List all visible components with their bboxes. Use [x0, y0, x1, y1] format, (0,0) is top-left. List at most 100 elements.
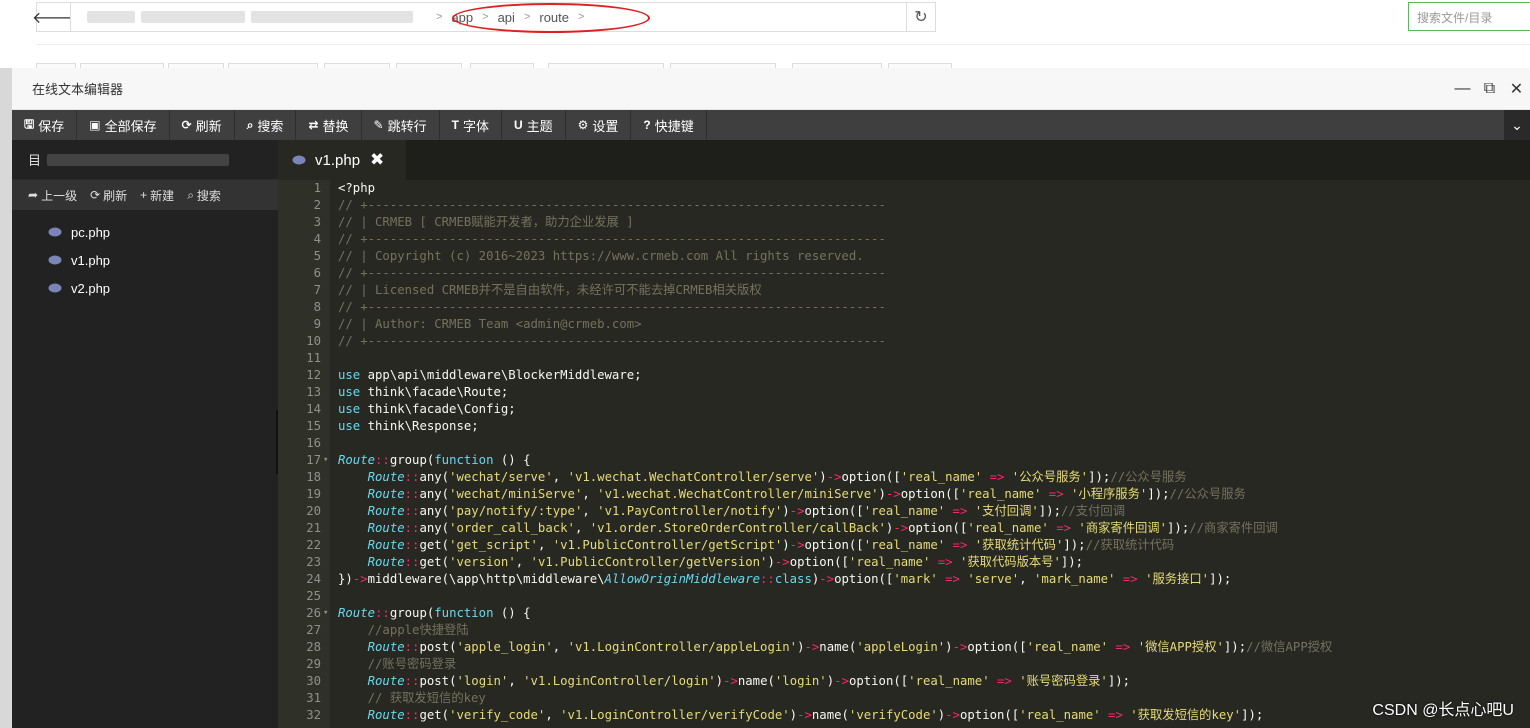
- code-token: function: [434, 606, 494, 620]
- code-token: ]);: [1209, 572, 1232, 586]
- php-file-icon: [48, 253, 71, 268]
- toolbar-button-theme[interactable]: U 主题: [502, 110, 566, 140]
- file-search-input[interactable]: 搜索文件/目录: [1408, 2, 1530, 31]
- code-token: =>: [945, 538, 975, 552]
- code-line: 22 Route::get('get_script', 'v1.PublicCo…: [278, 537, 1530, 554]
- toolbar-button-save[interactable]: 🖫 保存: [12, 110, 78, 140]
- file-name: pc.php: [71, 224, 111, 240]
- code-token: 'real_name': [863, 504, 946, 518]
- tab-v1-php[interactable]: v1.php ✖: [278, 140, 406, 180]
- sidebar-tool-plus[interactable]: + 新建: [140, 187, 174, 204]
- code-token: 'real_name': [848, 555, 931, 569]
- code-token: 'get_script': [449, 538, 538, 552]
- code-token: //支付回调: [1061, 504, 1125, 518]
- line-number: 12: [306, 368, 321, 382]
- code-text: //apple快捷登陆: [338, 622, 469, 639]
- code-line: 21 Route::any('order_call_back', 'v1.ord…: [278, 520, 1530, 537]
- code-token: ): [819, 470, 827, 484]
- code-token: <?php: [338, 181, 376, 195]
- line-number: 15: [306, 419, 321, 433]
- code-token: any(: [419, 487, 450, 501]
- sidebar-tool-search[interactable]: ⌕ 搜索: [187, 187, 221, 204]
- code-token: '商家寄件回调': [1078, 521, 1168, 535]
- code-token: 'appleLogin': [856, 640, 946, 654]
- code-editor[interactable]: 1 <?php 2 // +-----------------------------…: [278, 180, 1530, 728]
- code-token: Route: [367, 555, 405, 569]
- chevron-right-icon: >: [436, 11, 443, 23]
- toolbar-button-search[interactable]: ⌕ 搜索: [235, 110, 297, 140]
- path-refresh-button[interactable]: ↻: [906, 2, 936, 32]
- line-number: 22: [306, 538, 321, 552]
- fold-arrow-icon[interactable]: ▾: [323, 452, 328, 469]
- code-token: think\facade\Config;: [360, 402, 516, 416]
- code-text: Route::get('version', 'v1.PublicControll…: [338, 554, 1083, 571]
- code-token: ::: [404, 470, 420, 484]
- toolbar-button-save-all[interactable]: ▣ 全部保存: [77, 110, 170, 140]
- toolbar-button-help[interactable]: ? 快捷键: [631, 110, 707, 140]
- editor-main: v1.php ✖ 1 <?php 2 // +--------------------…: [278, 140, 1530, 728]
- code-token: middleware(\app\http\middleware\: [367, 572, 605, 586]
- code-text: Route::any('wechat/serve', 'v1.wechat.We…: [338, 469, 1187, 486]
- code-token: 'v1.PayController/notify': [597, 504, 783, 518]
- code-token: ,: [582, 504, 598, 518]
- code-token: ,: [1019, 572, 1035, 586]
- plus-icon: +: [140, 188, 148, 202]
- online-text-editor-window: 在线文本编辑器 — ⧉ ✕ 🖫 保存 ▣ 全部保存 ⟳ 刷新 ⌕ 搜索 ⇄ 替换 ✎ 跳转行 T 字体 U 主…: [12, 68, 1530, 728]
- toolbar-button-label: 刷新: [195, 118, 222, 134]
- editor-toolbar: 🖫 保存 ▣ 全部保存 ⟳ 刷新 ⌕ 搜索 ⇄ 替换 ✎ 跳转行 T 字体 U 主题 ⚙ 设置? 快捷键 ⌄: [12, 110, 1530, 140]
- code-token: // +------------------------------------…: [338, 198, 886, 212]
- code-token: name(: [819, 640, 857, 654]
- toolbar-button-refresh[interactable]: ⟳ 刷新: [170, 110, 235, 140]
- back-button[interactable]: 🡐: [32, 2, 75, 32]
- code-text: // | Author: CRMEB Team <admin@crmeb.com…: [338, 316, 642, 333]
- code-token: ): [782, 538, 790, 552]
- line-number: 20: [306, 504, 321, 518]
- file-item[interactable]: pc.php: [12, 218, 278, 246]
- code-token: ]);: [1060, 555, 1084, 569]
- code-token: //获取统计代码: [1085, 538, 1175, 552]
- file-item[interactable]: v2.php: [12, 274, 278, 302]
- file-item[interactable]: v1.php: [12, 246, 278, 274]
- code-token: ]);: [1241, 708, 1264, 722]
- minimize-icon[interactable]: —: [1449, 80, 1476, 98]
- code-token: Route: [367, 674, 405, 688]
- code-line: 9 // | Author: CRMEB Team <admin@crmeb.co…: [278, 316, 1530, 333]
- php-file-icon: [48, 225, 71, 240]
- toolbar-button-label: 替换: [322, 118, 349, 134]
- chevron-down-icon[interactable]: ⌄: [1504, 110, 1530, 140]
- sidebar-tool-up-level[interactable]: ➦ 上一级: [28, 187, 77, 204]
- code-token: '支付回调': [974, 504, 1039, 518]
- code-token: // +------------------------------------…: [338, 300, 886, 314]
- sidebar-tool-refresh[interactable]: ⟳ 刷新: [90, 187, 127, 204]
- code-token: ]);: [1038, 504, 1061, 518]
- toolbar-button-goto-line[interactable]: ✎ 跳转行: [362, 110, 440, 140]
- toolbar-button-label: 全部保存: [104, 118, 157, 134]
- code-token: function: [434, 453, 494, 467]
- toolbar-button-font[interactable]: T 字体: [440, 110, 502, 140]
- tab-close-icon[interactable]: ✖: [370, 150, 384, 170]
- code-token: //账号密码登录: [367, 657, 457, 671]
- code-line: 26 ▾ Route::group(function () {: [278, 605, 1530, 622]
- line-number: 13: [306, 385, 321, 399]
- code-token: 'wechat/serve': [449, 470, 553, 484]
- red-highlight-ellipse: [452, 3, 650, 33]
- code-token: ->: [945, 708, 960, 722]
- close-icon[interactable]: ✕: [1503, 79, 1530, 99]
- code-token: // | CRMEB [ CRMEB赋能开发者，助力企业发展 ]: [338, 215, 634, 229]
- line-number: 3: [313, 215, 321, 229]
- code-token: ,: [515, 555, 531, 569]
- blurred-directory-path: [47, 153, 230, 166]
- code-line: 8 // +-----------------------------------…: [278, 299, 1530, 316]
- code-token: =>: [1048, 521, 1079, 535]
- toolbar-button-settings[interactable]: ⚙ 设置: [566, 110, 632, 140]
- code-token: // +------------------------------------…: [338, 266, 886, 280]
- fold-arrow-icon[interactable]: ▾: [323, 605, 328, 622]
- code-token: ): [767, 555, 775, 569]
- maximize-icon[interactable]: ⧉: [1476, 80, 1503, 98]
- toolbar-button-replace[interactable]: ⇄ 替换: [296, 110, 362, 140]
- code-token: ,: [552, 470, 568, 484]
- code-text: // +------------------------------------…: [338, 197, 886, 214]
